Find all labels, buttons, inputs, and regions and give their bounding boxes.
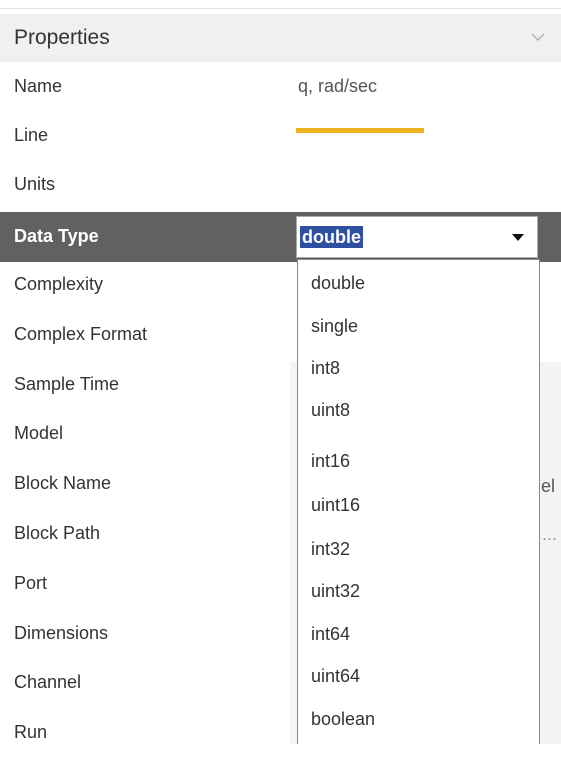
properties-title: Properties <box>14 26 110 49</box>
properties-header[interactable]: Properties <box>0 14 561 62</box>
properties-panel: Properties Name q, rad/sec Line Units Da… <box>0 0 561 744</box>
data-type-selected-value: double <box>300 226 363 248</box>
panel-top-edge <box>0 0 561 9</box>
property-row-name[interactable]: Name q, rad/sec <box>0 64 561 113</box>
property-row-units[interactable]: Units <box>0 162 561 211</box>
property-label: Sample Time <box>14 374 120 394</box>
property-label: Port <box>14 573 48 593</box>
data-type-dropdown-list[interactable]: double single int8 uint8 int16 uint16 in… <box>297 259 540 744</box>
property-label: Dimensions <box>14 623 109 643</box>
property-label: Channel <box>14 672 82 692</box>
property-label: Data Type <box>14 226 99 246</box>
property-label: Line <box>14 125 49 145</box>
data-type-select[interactable]: double <box>296 216 538 258</box>
dropdown-option-single[interactable]: single <box>311 316 358 337</box>
line-color-swatch[interactable] <box>296 128 424 133</box>
dropdown-option-int16[interactable]: int16 <box>311 451 350 472</box>
dropdown-option-uint32[interactable]: uint32 <box>311 581 360 602</box>
dropdown-option-int64[interactable]: int64 <box>311 624 350 645</box>
dropdown-option-double[interactable]: double <box>311 273 365 294</box>
property-label: Block Path <box>14 523 101 543</box>
dropdown-option-int8[interactable]: int8 <box>311 358 340 379</box>
dropdown-arrow-icon[interactable] <box>512 234 524 241</box>
dropdown-option-int32[interactable]: int32 <box>311 539 350 560</box>
property-label: Complex Format <box>14 324 148 344</box>
property-label: Run <box>14 722 48 742</box>
dropdown-option-uint64[interactable]: uint64 <box>311 666 360 687</box>
property-value[interactable]: q, rad/sec <box>298 76 377 97</box>
chevron-down-icon[interactable] <box>529 28 547 46</box>
property-label: Units <box>14 174 56 194</box>
block-path-value-fragment: ... <box>542 524 558 544</box>
property-label: Complexity <box>14 274 104 294</box>
dropdown-option-boolean[interactable]: boolean <box>311 709 375 730</box>
block-name-value-fragment: el <box>541 476 556 496</box>
property-row-line[interactable]: Line <box>0 113 561 162</box>
dropdown-option-uint16[interactable]: uint16 <box>311 495 360 516</box>
property-label: Block Name <box>14 473 112 493</box>
property-label: Name <box>14 76 63 96</box>
dropdown-option-uint8[interactable]: uint8 <box>311 400 350 421</box>
property-label: Model <box>14 423 64 443</box>
